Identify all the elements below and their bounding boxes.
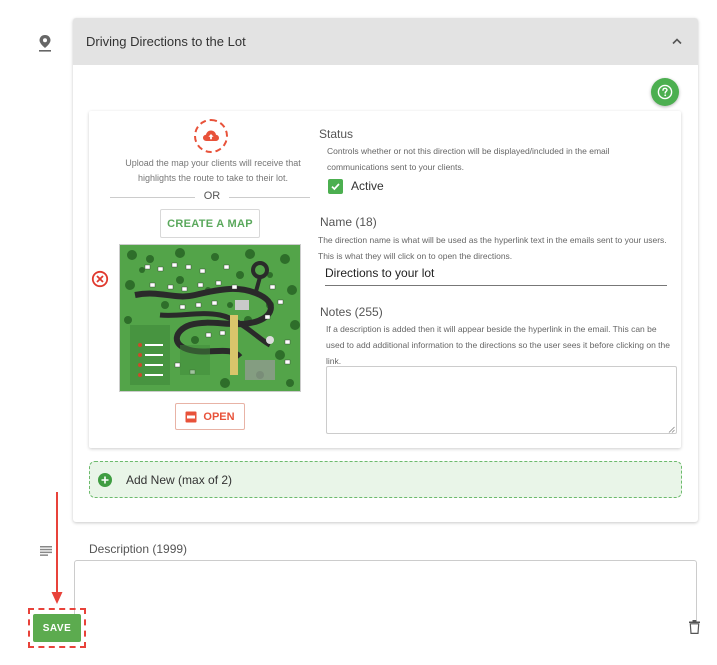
create-map-button[interactable]: CREATE A MAP [160, 209, 260, 238]
notes-label: Notes (255) [320, 305, 383, 319]
notes-help-text: If a description is added then it will a… [326, 324, 670, 366]
add-new-label: Add New (max of 2) [126, 472, 233, 487]
chevron-up-icon[interactable] [671, 37, 683, 45]
map-thumbnail [119, 244, 301, 392]
or-divider-text: OR [203, 190, 221, 202]
driving-directions-panel: Driving Directions to the Lot Upload the… [73, 18, 698, 522]
remove-map-icon[interactable] [91, 270, 109, 288]
or-divider-right [229, 197, 310, 198]
question-circle-icon [657, 84, 673, 100]
name-help-text: The direction name is what will be used … [318, 235, 667, 261]
upload-map-button[interactable] [194, 119, 228, 153]
open-pdf-button[interactable]: OPEN [175, 403, 245, 430]
notes-textarea[interactable] [326, 366, 677, 434]
or-divider-left [110, 197, 195, 198]
save-button[interactable]: SAVE [33, 614, 81, 642]
add-new-direction-button[interactable]: Add New (max of 2) [89, 461, 682, 498]
cloud-upload-icon [203, 130, 219, 141]
status-label: Status [319, 127, 354, 141]
panel-title: Driving Directions to the Lot [86, 34, 246, 49]
name-label: Name (18) [320, 215, 377, 229]
direction-name-input[interactable] [325, 261, 667, 286]
arrow-down-icon [51, 492, 63, 604]
pdf-icon [185, 411, 197, 422]
checkmark-icon [331, 183, 340, 191]
upload-instructions: Upload the map your clients will receive… [125, 158, 301, 183]
active-checkbox[interactable] [328, 179, 343, 194]
open-pdf-label: OPEN [203, 410, 235, 423]
status-help-text: Controls whether or not this direction w… [327, 146, 610, 172]
panel-header[interactable]: Driving Directions to the Lot [73, 18, 698, 65]
trash-icon[interactable] [689, 620, 700, 634]
description-textarea[interactable] [74, 560, 697, 620]
active-checkbox-label[interactable]: Active [351, 179, 384, 193]
plus-circle-icon [98, 472, 112, 487]
direction-card: Upload the map your clients will receive… [89, 111, 681, 448]
help-button[interactable] [651, 78, 679, 106]
resize-grip-icon[interactable] [668, 426, 675, 433]
location-pin-icon [39, 35, 51, 52]
description-label: Description (1999) [89, 542, 188, 556]
